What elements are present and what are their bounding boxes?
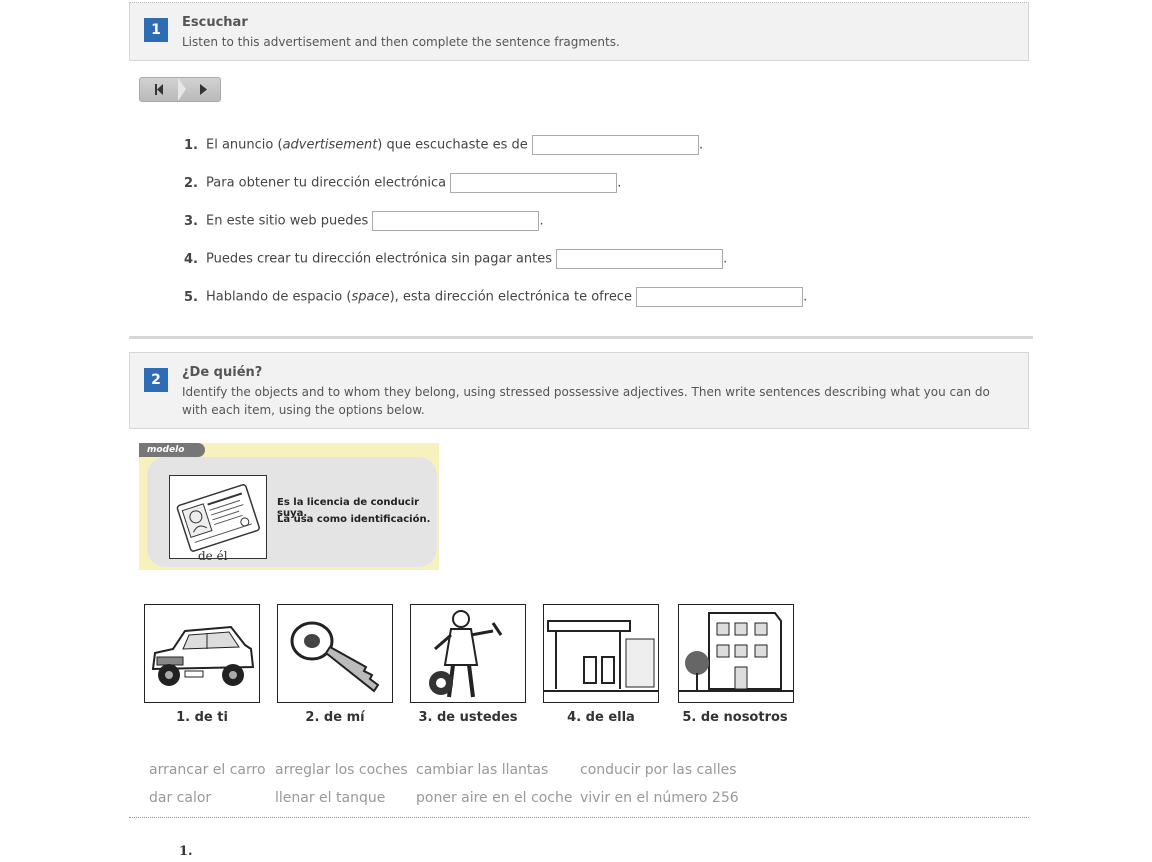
play-icon — [200, 84, 207, 95]
activity-2-header: 2 ¿De quién? Identify the objects and to… — [129, 352, 1029, 429]
picture-caption-2: 2. de mí — [305, 710, 365, 725]
car-picture — [144, 604, 260, 703]
question-number: 5. — [184, 289, 198, 305]
modelo-tag: modelo — [139, 443, 205, 457]
question-5: 5. Hablando de espacio (space), esta dire… — [184, 287, 807, 309]
question-number: 3. — [184, 213, 198, 229]
modelo-example: Es la licencia de conducir suya. La usa … — [139, 443, 439, 570]
picture-caption-4: 4. de ella — [567, 710, 635, 725]
play-button[interactable] — [180, 78, 218, 101]
option-item: poner aire en el coche — [416, 790, 573, 806]
answer-field[interactable] — [531, 135, 699, 155]
audio-player — [139, 77, 221, 102]
answer-number: 1. — [179, 844, 193, 859]
answer-field[interactable] — [372, 211, 540, 231]
rewind-icon — [155, 84, 163, 95]
car-icon — [151, 625, 255, 686]
question-period: . — [698, 137, 704, 153]
option-item: dar calor — [149, 790, 212, 806]
key-picture — [277, 604, 393, 703]
picture-caption-1: 1. de ti — [176, 710, 228, 725]
option-item: cambiar las llantas — [416, 762, 549, 778]
question-text: El anuncio ( — [206, 137, 283, 153]
activity-1-header: 1 Escuchar Listen to this advertisement … — [129, 2, 1029, 61]
building-picture — [678, 604, 794, 703]
building-icon — [679, 612, 793, 692]
mechanic-icon — [429, 610, 503, 698]
key-icon — [290, 621, 380, 693]
option-item: conducir por las calles — [580, 762, 737, 778]
question-text: ), esta dirección electrónica te ofrece — [389, 289, 632, 305]
answer-field[interactable] — [556, 249, 724, 269]
question-period: . — [617, 175, 622, 191]
question-number: 1. — [184, 137, 198, 153]
option-item: arrancar el carro — [149, 762, 266, 778]
question-italic: advertisement — [282, 137, 378, 153]
option-item: vivir en el número 256 — [580, 790, 739, 806]
activity-number-badge: 1 — [144, 18, 168, 42]
mechanic-picture — [410, 604, 526, 703]
question-text: Hablando de espacio ( — [206, 289, 352, 305]
gas-station-icon — [544, 620, 658, 692]
options-divider — [129, 817, 1029, 818]
question-period: . — [539, 213, 544, 229]
section-divider — [129, 336, 1033, 339]
question-2: 2. Para obtener tu dirección electrónica … — [184, 173, 621, 195]
modelo-caption: de él — [198, 549, 228, 563]
drivers-license-icon — [176, 484, 260, 552]
question-3: 3. En este sitio web puedes . — [184, 211, 544, 233]
option-item: llenar el tanque — [275, 790, 386, 806]
question-period: . — [723, 251, 728, 267]
answer-field[interactable] — [450, 173, 618, 193]
question-number: 2. — [184, 175, 198, 191]
activity-number-badge: 2 — [144, 368, 168, 392]
question-text: Puedes crear tu dirección electrónica si… — [206, 251, 552, 267]
question-number: 4. — [184, 251, 198, 267]
question-1: 1. El anuncio (advertisement) que escucha… — [184, 135, 703, 157]
option-item: arreglar los coches — [275, 762, 408, 778]
rewind-button[interactable] — [140, 78, 178, 101]
question-text: ) que escuchaste es de — [377, 137, 528, 153]
answer-field[interactable] — [636, 287, 804, 307]
activity-instructions: Identify the objects and to whom they be… — [182, 385, 990, 417]
question-period: . — [803, 289, 808, 305]
picture-caption-3: 3. de ustedes — [418, 710, 518, 725]
picture-caption-5: 5. de nosotros — [682, 710, 788, 725]
question-text: Para obtener tu dirección electrónica — [206, 175, 447, 191]
question-italic: space — [351, 289, 390, 305]
modelo-sentence-2: La usa como identificación. — [277, 514, 431, 525]
activity-title: Escuchar — [182, 15, 248, 30]
modelo-panel: Es la licencia de conducir suya. La usa … — [147, 457, 437, 567]
activity-title: ¿De quién? — [182, 365, 263, 380]
question-4: 4. Puedes crear tu dirección electrónica … — [184, 249, 727, 271]
gas-station-picture — [543, 604, 659, 703]
activity-instructions: Listen to this advertisement and then co… — [182, 35, 620, 49]
drivers-license-image — [169, 475, 267, 559]
question-text: En este sitio web puedes — [206, 213, 369, 229]
